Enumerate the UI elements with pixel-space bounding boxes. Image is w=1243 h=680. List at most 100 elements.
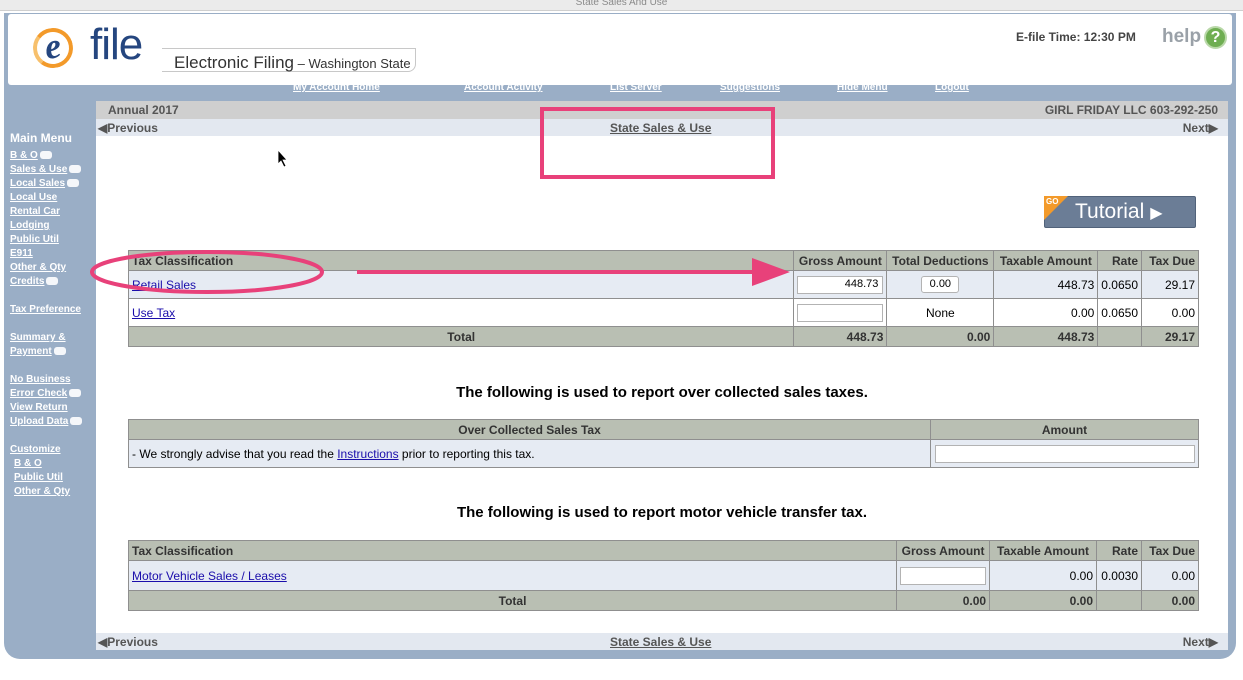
video-icon[interactable] bbox=[53, 347, 66, 356]
nav-hide-menu[interactable]: Hide Menu bbox=[837, 82, 888, 93]
total-tax-due: 0.00 bbox=[1141, 590, 1199, 611]
next-link[interactable]: Next▶ bbox=[1183, 635, 1218, 649]
sidebar-item-label: B & O bbox=[10, 150, 38, 161]
sidebar-item-summary[interactable]: Summary & bbox=[10, 331, 96, 345]
video-icon[interactable] bbox=[46, 277, 59, 286]
efile-logo-icon: e bbox=[30, 25, 76, 71]
nav-suggestions[interactable]: Suggestions bbox=[720, 82, 780, 93]
sidebar-item-label: Local Sales bbox=[10, 178, 66, 189]
sidebar-item-public-util[interactable]: Public Util bbox=[10, 233, 96, 247]
video-icon[interactable] bbox=[69, 165, 82, 174]
sidebar-item-sales-and-use[interactable]: Sales & Use bbox=[10, 163, 96, 177]
go-badge: GO bbox=[1044, 196, 1068, 220]
motor-vehicle-gross-input[interactable] bbox=[900, 566, 987, 585]
video-icon[interactable] bbox=[39, 151, 52, 160]
tutorial-button[interactable]: GO Tutorial ▶ bbox=[1044, 196, 1196, 228]
period-bar: Annual 2017 GIRL FRIDAY LLC 603-292-250 bbox=[96, 101, 1228, 119]
help-link[interactable]: help bbox=[1162, 26, 1201, 48]
sidebar-item-customize-b-and-o[interactable]: B & O bbox=[10, 457, 96, 471]
col-tax-classification: Tax Classification bbox=[127, 250, 795, 271]
sidebar-item-customize[interactable]: Customize bbox=[10, 443, 96, 457]
nav-list-server[interactable]: List Server bbox=[610, 82, 662, 93]
top-nav: My Account Home Account Activity List Se… bbox=[4, 82, 1236, 96]
col-taxable-amount: Taxable Amount bbox=[993, 250, 1099, 271]
over-collected-heading: The following is used to report over col… bbox=[456, 384, 868, 401]
use-tax-link[interactable]: Use Tax bbox=[132, 306, 175, 320]
pager-top: ◀Previous State Sales & Use Next▶ bbox=[96, 119, 1228, 136]
previous-link[interactable]: ◀Previous bbox=[98, 121, 158, 135]
classification-cell: Motor Vehicle Sales / Leases bbox=[127, 560, 898, 591]
motor-vehicle-link[interactable]: Motor Vehicle Sales / Leases bbox=[132, 569, 287, 583]
pager-bottom: ◀Previous State Sales & Use Next▶ bbox=[96, 633, 1228, 650]
total-row: Total 0.00 0.00 0.00 bbox=[127, 590, 1199, 611]
retail-sales-link[interactable]: Retail Sales bbox=[132, 278, 196, 292]
next-link[interactable]: Next▶ bbox=[1183, 121, 1218, 135]
sidebar-item-local-sales[interactable]: Local Sales bbox=[10, 177, 96, 191]
sidebar-item-view-return[interactable]: View Return bbox=[10, 401, 96, 415]
col-taxable-amount: Taxable Amount bbox=[989, 540, 1098, 561]
brand-name: Electronic Filing bbox=[174, 53, 294, 72]
efile-time: E-file Time: 12:30 PM bbox=[1016, 30, 1136, 44]
efile-logo-word: file bbox=[90, 20, 143, 69]
col-total-deductions: Total Deductions bbox=[886, 250, 995, 271]
main-menu-title: Main Menu bbox=[10, 131, 72, 145]
current-section-link[interactable]: State Sales & Use bbox=[610, 121, 711, 135]
over-collected-table: Over Collected Sales Tax Amount - We str… bbox=[128, 419, 1199, 468]
gross-cell: 448.73 bbox=[793, 270, 888, 299]
video-icon[interactable] bbox=[70, 417, 83, 426]
previous-link[interactable]: ◀Previous bbox=[98, 635, 158, 649]
sidebar-item-label: Credits bbox=[10, 276, 45, 287]
tax-due-cell: 0.00 bbox=[1141, 560, 1199, 591]
nav-logout[interactable]: Logout bbox=[935, 82, 969, 93]
sidebar-item-local-use[interactable]: Local Use bbox=[10, 191, 96, 205]
gross-cell bbox=[793, 298, 888, 327]
current-section-link[interactable]: State Sales & Use bbox=[610, 635, 711, 649]
brand-subtitle: – Washington State bbox=[294, 56, 411, 71]
sidebar-item-upload-data[interactable]: Upload Data bbox=[10, 415, 96, 429]
brand-title: Electronic Filing – Washington State bbox=[174, 53, 411, 73]
sidebar-item-credits[interactable]: Credits bbox=[10, 275, 96, 289]
help-icon[interactable]: ? bbox=[1204, 26, 1227, 49]
sidebar-item-label: Sales & Use bbox=[10, 164, 68, 175]
nav-my-account-home[interactable]: My Account Home bbox=[293, 82, 380, 93]
total-gross: 0.00 bbox=[896, 590, 991, 611]
col-rate: Rate bbox=[1097, 250, 1142, 271]
taxable-cell: 448.73 bbox=[993, 270, 1099, 299]
account-label: GIRL FRIDAY LLC 603-292-250 bbox=[1044, 103, 1218, 117]
gross-cell bbox=[896, 560, 991, 591]
sidebar-item-no-business[interactable]: No Business bbox=[10, 373, 96, 387]
col-gross-amount: Gross Amount bbox=[896, 540, 991, 561]
sidebar-item-lodging[interactable]: Lodging bbox=[10, 219, 96, 233]
nav-account-activity[interactable]: Account Activity bbox=[464, 82, 543, 93]
video-icon[interactable] bbox=[67, 179, 80, 188]
sidebar-item-payment[interactable]: Payment bbox=[10, 345, 96, 359]
rate-cell: 0.0650 bbox=[1097, 298, 1142, 327]
header: e file Electronic Filing – Washington St… bbox=[8, 14, 1232, 85]
total-row: Total 448.73 0.00 448.73 29.17 bbox=[127, 326, 1199, 347]
sidebar-item-rental-car[interactable]: Rental Car bbox=[10, 205, 96, 219]
use-tax-gross-input[interactable] bbox=[797, 303, 884, 322]
sidebar-item-label: Payment bbox=[10, 346, 52, 357]
total-label: Total bbox=[127, 326, 795, 347]
sidebar-item-error-check[interactable]: Error Check bbox=[10, 387, 96, 401]
sidebar-item-b-and-o[interactable]: B & O bbox=[10, 149, 96, 163]
table-row: - We strongly advise that you read the I… bbox=[128, 439, 1199, 468]
sidebar-item-tax-preference[interactable]: Tax Preference bbox=[10, 303, 96, 317]
sidebar-item-e911[interactable]: E911 bbox=[10, 247, 96, 261]
instructions-link[interactable]: Instructions bbox=[337, 447, 398, 461]
sidebar-item-other-and-qty[interactable]: Other & Qty bbox=[10, 261, 96, 275]
sidebar-item-customize-other-and-qty[interactable]: Other & Qty bbox=[10, 485, 96, 499]
retail-sales-gross-input[interactable]: 448.73 bbox=[797, 275, 884, 294]
video-camera-icon: ▶ bbox=[1150, 205, 1163, 222]
over-collected-amount-input[interactable] bbox=[934, 444, 1195, 463]
deductions-cell: 0.00 bbox=[886, 270, 995, 299]
sidebar-item-customize-public-util[interactable]: Public Util bbox=[10, 471, 96, 485]
col-tax-due: Tax Due bbox=[1141, 540, 1199, 561]
sales-tax-table: Tax Classification Gross Amount Total De… bbox=[127, 250, 1199, 347]
classification-cell: Retail Sales bbox=[127, 270, 795, 299]
retail-sales-deductions-button[interactable]: 0.00 bbox=[921, 276, 960, 293]
video-icon[interactable] bbox=[69, 389, 82, 398]
advice-suffix: prior to reporting this tax. bbox=[398, 446, 535, 461]
sidebar: Main Menu B & O Sales & Use Local Sales … bbox=[10, 131, 96, 499]
